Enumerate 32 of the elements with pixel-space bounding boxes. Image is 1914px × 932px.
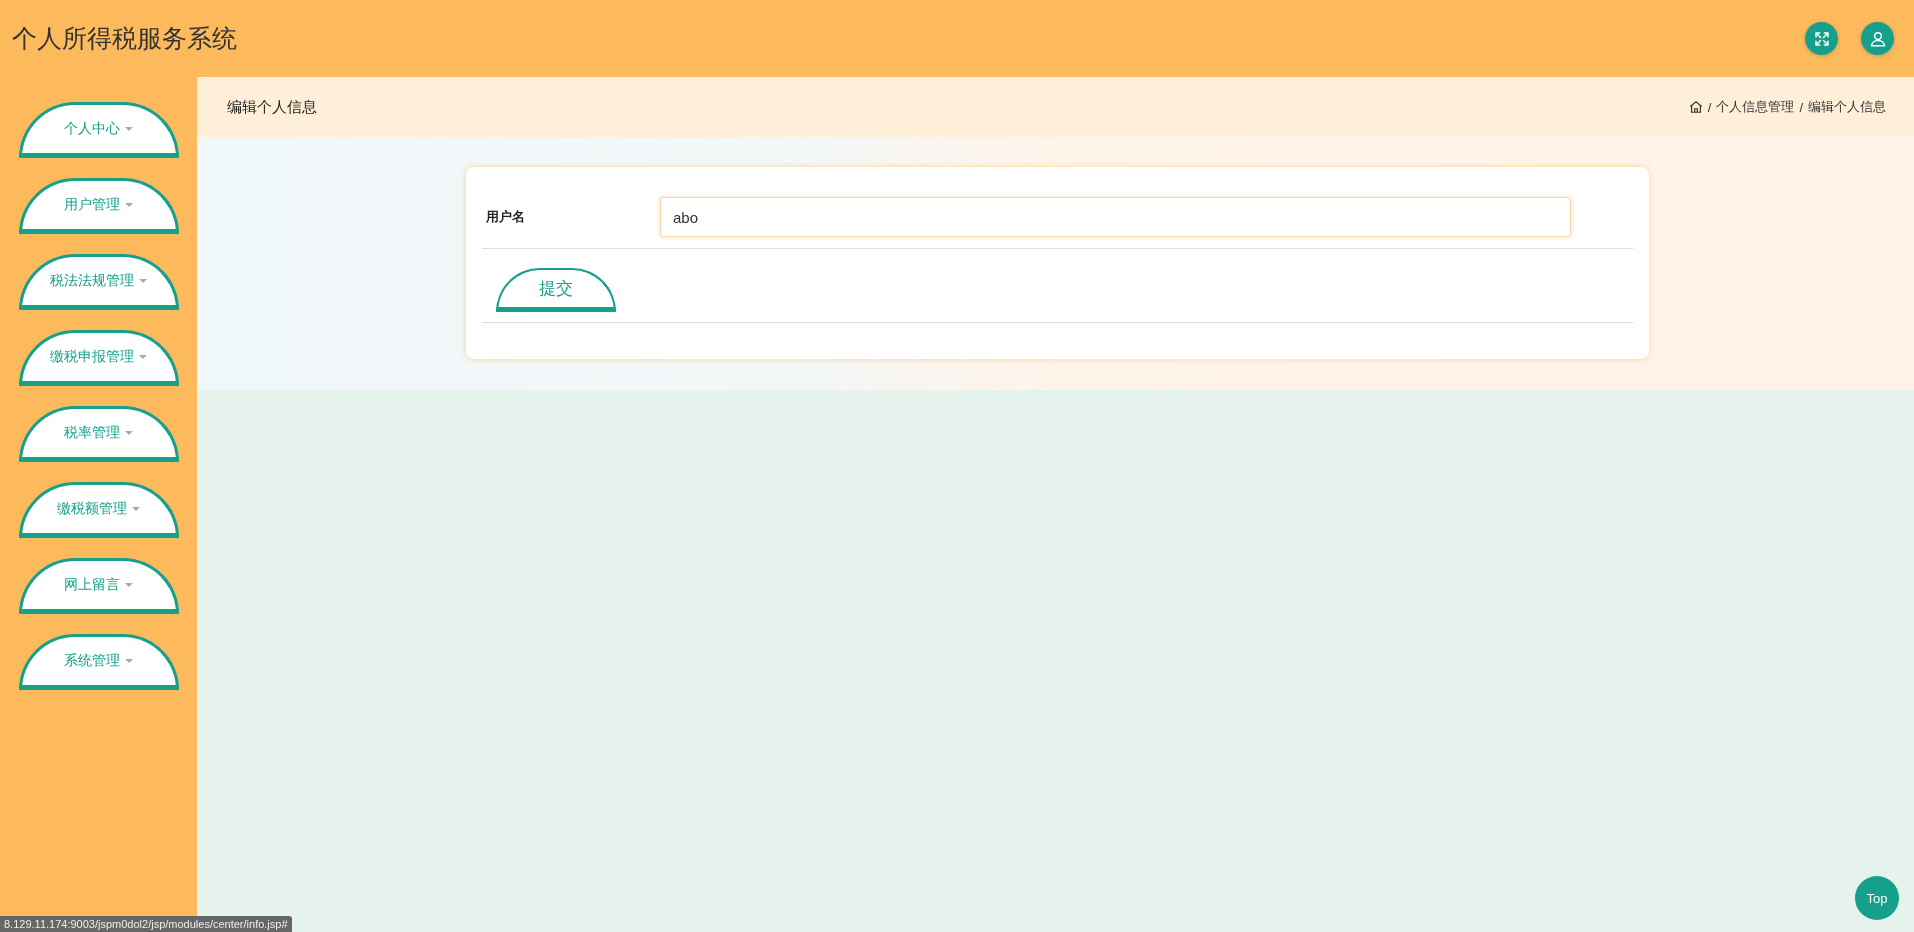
username-field[interactable]: abo [660,197,1571,237]
sidebar-menu-item[interactable]: 系统管理 [18,634,179,690]
caret-icon [125,127,133,131]
caret-icon [125,583,133,587]
status-bar-url: 8.129.11.174:9003/jspm0dol2/jsp/modules/center/info.jsp# [0,916,292,932]
caret-icon [125,431,133,435]
sidebar-menu-item[interactable]: 网上留言 [18,558,179,614]
breadcrumb-item[interactable]: 个人信息管理 [1716,98,1795,116]
fullscreen-button[interactable] [1805,22,1838,55]
field-label: 用户名 [485,208,526,226]
sidebar-menu-item[interactable]: 缴税额管理 [18,482,179,538]
sidebar-menu-item[interactable]: 用户管理 [18,178,179,234]
caret-icon [139,355,147,359]
sidebar-menu-item[interactable]: 税率管理 [18,406,179,462]
breadcrumb-item[interactable]: 编辑个人信息 [1808,98,1886,116]
back-to-top-button[interactable]: Top [1855,876,1899,920]
app-title: 个人所得税服务系统 [12,23,237,54]
user-icon [1868,29,1887,48]
submit-button[interactable]: 提交 [496,268,616,312]
home-icon[interactable] [1688,100,1703,114]
caret-icon [132,507,140,511]
breadcrumb-separator: / [1707,99,1712,115]
fullscreen-icon [1812,29,1831,48]
breadcrumb-separator: / [1799,99,1803,115]
caret-icon [139,279,147,283]
page-title: 编辑个人信息 [227,97,317,117]
caret-icon [125,659,133,663]
sidebar-menu-item[interactable]: 缴税申报管理 [18,330,179,386]
sidebar-menu-item[interactable]: 个人中心 [18,102,179,158]
user-button[interactable] [1861,22,1894,55]
sidebar-menu-item[interactable]: 税法法规管理 [18,254,179,310]
caret-icon [125,203,133,207]
